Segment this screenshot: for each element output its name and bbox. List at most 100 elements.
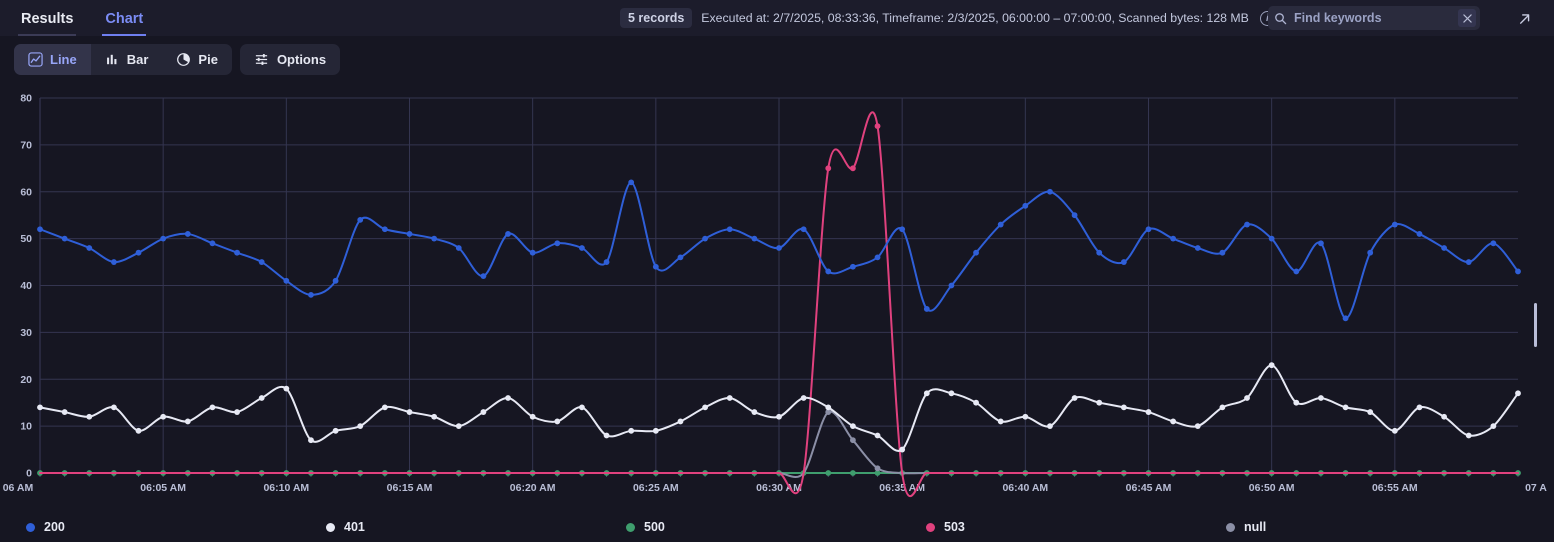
series-point — [751, 409, 758, 415]
legend-label: 500 — [644, 520, 665, 534]
series-point — [1219, 249, 1226, 256]
x-axis-tick-label: 06:25 AM — [633, 482, 679, 494]
y-axis-tick-label: 0 — [26, 468, 32, 480]
series-point — [677, 418, 684, 425]
x-axis-tick-label: 06:40 AM — [1002, 482, 1048, 494]
legend-label: null — [1244, 520, 1267, 534]
series-point — [455, 245, 462, 251]
series-point — [283, 385, 290, 392]
series-point — [160, 235, 167, 242]
search-box[interactable] — [1268, 6, 1480, 30]
search-icon — [1275, 12, 1287, 24]
series-point — [1293, 399, 1300, 406]
series-point — [874, 123, 881, 130]
series-point — [406, 409, 413, 415]
series-point — [111, 404, 117, 411]
series-point — [529, 413, 536, 420]
series-point — [1071, 212, 1078, 219]
chart-type-pie[interactable]: Pie — [162, 44, 232, 75]
legend-item-500[interactable]: 500 — [600, 520, 900, 534]
y-axis-tick-label: 50 — [20, 233, 32, 245]
chart-type-pie-label: Pie — [198, 52, 218, 67]
series-point — [1342, 404, 1349, 411]
series-point — [61, 409, 68, 415]
series-point — [554, 240, 561, 247]
series-point — [825, 404, 832, 411]
series-point — [874, 254, 881, 261]
series-point — [850, 437, 856, 444]
legend-item-200[interactable]: 200 — [0, 520, 300, 534]
series-point — [603, 259, 610, 265]
series-point — [899, 226, 906, 233]
series-point — [1244, 395, 1250, 401]
legend-label: 200 — [44, 520, 65, 534]
series-point — [160, 413, 167, 420]
series-point — [258, 259, 265, 265]
chart-type-group: Line Bar Pie — [14, 44, 232, 75]
series-point — [702, 235, 708, 242]
legend-item-503[interactable]: 503 — [900, 520, 1200, 534]
line-chart-icon — [28, 52, 43, 67]
series-point — [1022, 202, 1029, 209]
y-axis-tick-label: 30 — [20, 327, 32, 339]
series-point — [209, 240, 216, 247]
execution-meta-text: Executed at: 2/7/2025, 08:33:36, Timefra… — [701, 11, 1249, 25]
series-point — [850, 263, 856, 270]
series-point — [1465, 432, 1472, 439]
series-point — [234, 249, 240, 256]
x-axis-tick-label: 06:30 AM — [756, 482, 802, 494]
y-axis-tick-label: 40 — [20, 280, 32, 292]
chart-type-bar[interactable]: Bar — [91, 44, 163, 75]
series-point — [37, 404, 43, 411]
legend-item-401[interactable]: 401 — [300, 520, 600, 534]
series-point — [1047, 188, 1053, 195]
series-point — [702, 404, 708, 411]
series-point — [628, 179, 635, 186]
close-icon[interactable] — [1458, 9, 1476, 27]
series-point — [1391, 221, 1398, 228]
series-point — [850, 470, 856, 476]
series-point — [61, 235, 68, 242]
search-input[interactable] — [1294, 11, 1444, 25]
series-point — [825, 268, 832, 275]
chart-type-line-label: Line — [50, 52, 77, 67]
top-bar: Results Chart 5 records Executed at: 2/7… — [0, 0, 1554, 36]
series-point — [1342, 315, 1349, 322]
chart-type-bar-label: Bar — [126, 52, 149, 67]
expand-arrow-icon[interactable] — [1512, 8, 1534, 28]
tab-results[interactable]: Results — [18, 11, 77, 36]
series-point — [800, 226, 807, 233]
chart-type-line[interactable]: Line — [14, 44, 91, 75]
series-point — [209, 404, 216, 411]
y-axis-tick-label: 10 — [20, 421, 32, 433]
chart-area[interactable]: 0 10 20 30 40 50 60 70 80 06 AM 06:05 AM 06:10 AM 06… — [0, 88, 1554, 498]
series-point — [850, 165, 856, 172]
series-point — [258, 395, 265, 401]
series-point — [825, 165, 832, 172]
line-chart-svg[interactable]: 0 10 20 30 40 50 60 70 80 06 AM 06:05 AM 06:10 AM 06… — [0, 88, 1554, 498]
series-point — [850, 423, 856, 430]
vertical-scrollbar-thumb[interactable] — [1534, 303, 1537, 347]
tab-chart[interactable]: Chart — [102, 11, 147, 36]
series-point — [948, 282, 955, 289]
series-point — [1441, 245, 1447, 251]
series-point — [529, 249, 536, 256]
tab-bar: Results Chart — [0, 0, 147, 36]
legend-color-dot — [626, 522, 635, 532]
series-point — [1367, 409, 1374, 415]
series-point — [381, 404, 388, 411]
bar-chart-icon — [106, 54, 117, 65]
series-point — [135, 427, 142, 434]
series-point — [1268, 362, 1275, 369]
legend-label: 401 — [344, 520, 365, 534]
chart-type-toolbar: Line Bar Pie Options — [14, 44, 341, 75]
series-point — [1022, 413, 1029, 420]
series-point — [1170, 235, 1177, 242]
series-point — [997, 418, 1004, 425]
options-button[interactable]: Options — [239, 44, 341, 75]
options-label: Options — [276, 52, 327, 67]
series-point — [677, 254, 684, 261]
legend-item-null[interactable]: null — [1200, 520, 1500, 534]
series-point — [332, 427, 339, 434]
legend-color-dot — [326, 522, 335, 532]
